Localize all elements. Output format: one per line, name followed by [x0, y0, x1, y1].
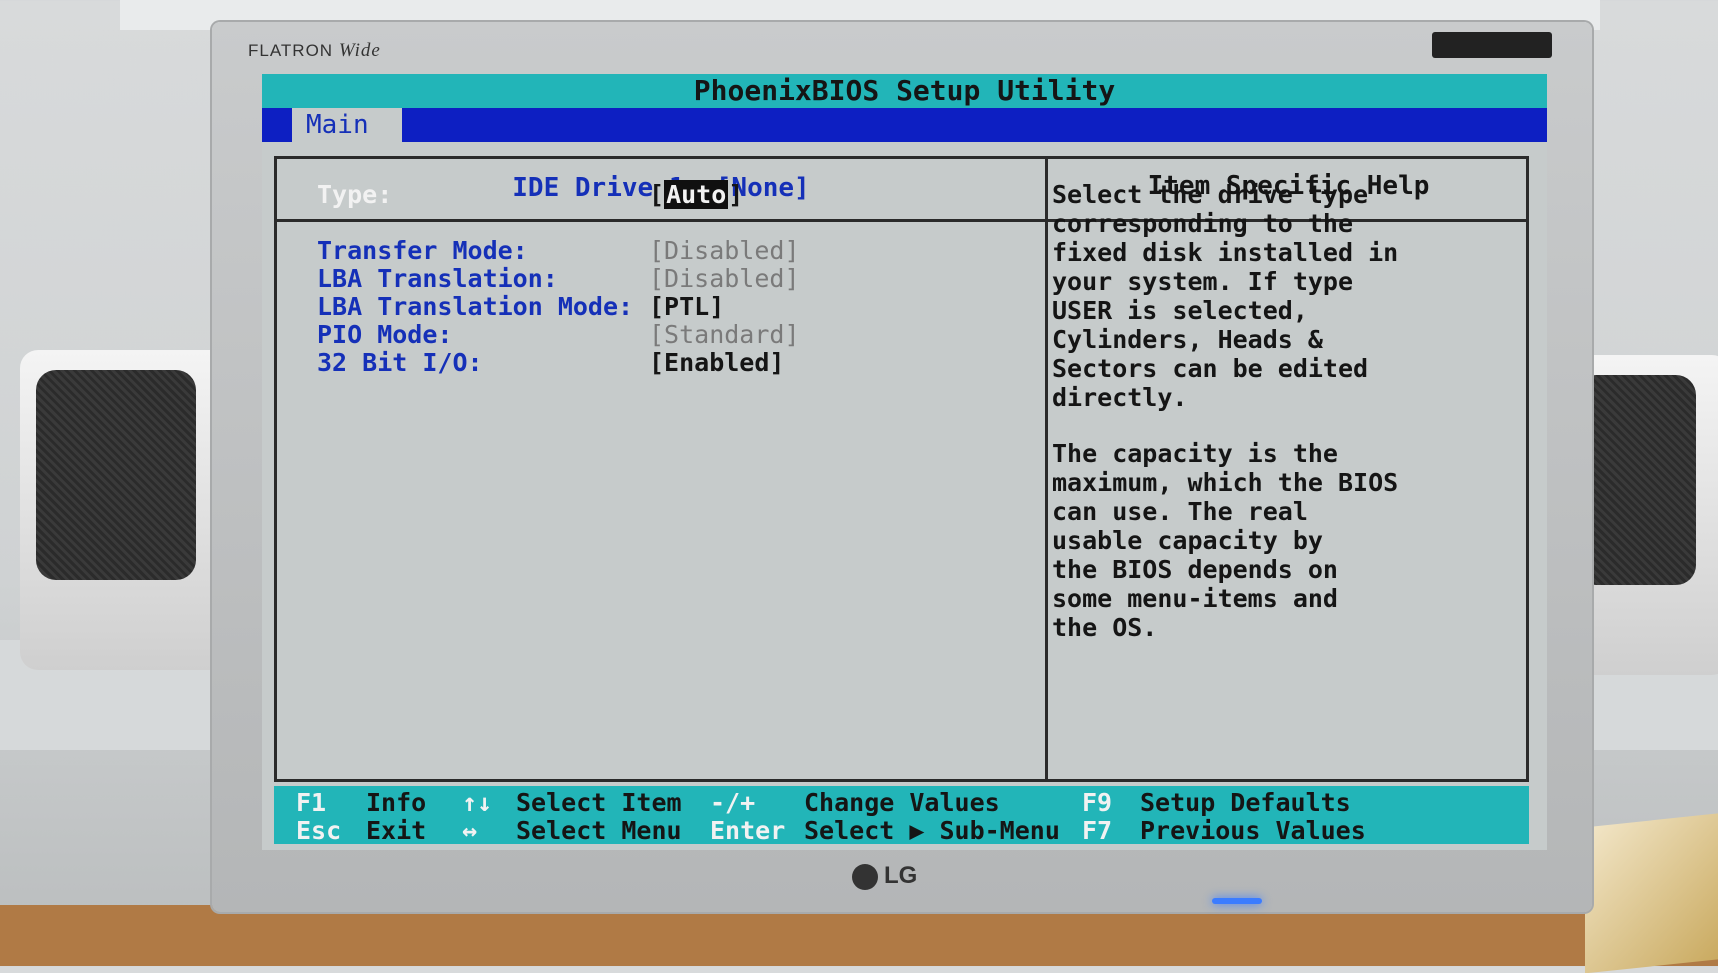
setting-label: PIO Mode:	[317, 320, 453, 349]
help-line: USER is selected,	[1052, 296, 1308, 325]
setting-label: LBA Translation Mode:	[317, 292, 634, 321]
previous-values-desc: Previous Values	[1140, 816, 1366, 845]
f1-key[interactable]: F1	[296, 788, 326, 817]
help-line: corresponding to the	[1052, 209, 1354, 238]
help-line: Select the drive type	[1052, 180, 1369, 209]
setting-value[interactable]: [Enabled]	[649, 348, 784, 377]
key-help-bar: F1 Info Esc Exit ↑↓ Select Item ↔ Select…	[274, 786, 1529, 845]
left-speaker	[20, 350, 230, 670]
monitor-badge-icons	[1432, 32, 1552, 58]
panel-divider	[1045, 159, 1048, 779]
desk	[0, 905, 1718, 966]
help-line: maximum, which the BIOS	[1052, 468, 1399, 497]
setting-value[interactable]: [Disabled]	[649, 236, 800, 265]
f7-key[interactable]: F7	[1082, 816, 1112, 845]
help-text: Select the drive type corresponding to th…	[1052, 180, 1492, 669]
product-box	[1585, 812, 1718, 973]
bios-title: PhoenixBIOS Setup Utility	[693, 74, 1116, 107]
help-paragraph: Select the drive type corresponding to th…	[1052, 180, 1492, 412]
setting-row[interactable]: PIO Mode: [Standard]	[317, 320, 1017, 350]
monitor-brand: FLATRON Wide	[248, 40, 381, 62]
esc-desc: Exit	[366, 816, 427, 845]
lg-logo-icon	[852, 863, 878, 890]
left-right-arrow-icon[interactable]: ↔	[462, 816, 477, 845]
help-line: can use. The real	[1052, 497, 1308, 526]
bracket: [	[649, 180, 665, 209]
esc-key[interactable]: Esc	[296, 816, 341, 845]
brand-name: FLATRON	[248, 41, 334, 60]
bios-title-bar: PhoenixBIOS Setup Utility	[262, 74, 1547, 108]
setting-row[interactable]: Transfer Mode: [Disabled]	[317, 236, 1017, 266]
selected-value-highlight[interactable]: Auto	[664, 180, 729, 209]
setting-label: Type:	[317, 180, 393, 209]
enter-key[interactable]: Enter	[710, 816, 785, 845]
select-item-desc: Select Item	[516, 788, 682, 817]
speaker-grille	[36, 370, 196, 580]
speaker-grille	[1576, 375, 1696, 585]
help-line: the OS.	[1052, 613, 1158, 642]
sub-menu-desc: Select ▶ Sub-Menu	[804, 816, 1060, 845]
brand-suffix: Wide	[338, 40, 381, 61]
plus-minus-key[interactable]: -/+	[710, 788, 755, 817]
setting-value[interactable]: [Disabled]	[649, 264, 800, 293]
lg-logo-text: LG	[884, 862, 918, 889]
up-down-arrow-icon[interactable]: ↑↓	[462, 788, 492, 817]
change-values-desc: Change Values	[804, 788, 1000, 817]
help-line: fixed disk installed in	[1052, 238, 1399, 267]
setting-value[interactable]: [Standard]	[649, 320, 800, 349]
help-line: Sectors can be edited	[1052, 354, 1369, 383]
setting-label: Transfer Mode:	[317, 236, 528, 265]
bios-screen: PhoenixBIOS Setup Utility Main IDE Drive…	[262, 70, 1547, 850]
power-led-icon	[1212, 898, 1262, 904]
select-menu-desc: Select Menu	[516, 816, 682, 845]
setting-value[interactable]: [Auto]	[649, 180, 743, 209]
f9-key[interactable]: F9	[1082, 788, 1112, 817]
lg-logo: LG	[852, 862, 917, 890]
setting-label: 32 Bit I/O:	[317, 348, 483, 377]
setting-label: LBA Translation:	[317, 264, 558, 293]
help-line: the BIOS depends on	[1052, 555, 1338, 584]
setting-value[interactable]: [PTL]	[649, 292, 724, 321]
help-line: Cylinders, Heads &	[1052, 325, 1323, 354]
help-line: your system. If type	[1052, 267, 1354, 296]
tab-main[interactable]: Main	[292, 108, 402, 142]
help-paragraph: The capacity is the maximum, which the BI…	[1052, 439, 1492, 642]
setting-row[interactable]: LBA Translation: [Disabled]	[317, 264, 1017, 294]
bracket: ]	[728, 180, 744, 209]
help-line: directly.	[1052, 383, 1188, 412]
setting-row[interactable]: Type: [Auto]	[317, 180, 1017, 210]
help-line: The capacity is the	[1052, 439, 1338, 468]
setting-row[interactable]: 32 Bit I/O: [Enabled]	[317, 348, 1017, 378]
setup-defaults-desc: Setup Defaults	[1140, 788, 1351, 817]
setting-row[interactable]: LBA Translation Mode: [PTL]	[317, 292, 1017, 322]
bios-menu-bar: Main	[262, 108, 1547, 142]
f1-desc: Info	[366, 788, 427, 817]
help-line: some menu-items and	[1052, 584, 1338, 613]
help-line: usable capacity by	[1052, 526, 1323, 555]
